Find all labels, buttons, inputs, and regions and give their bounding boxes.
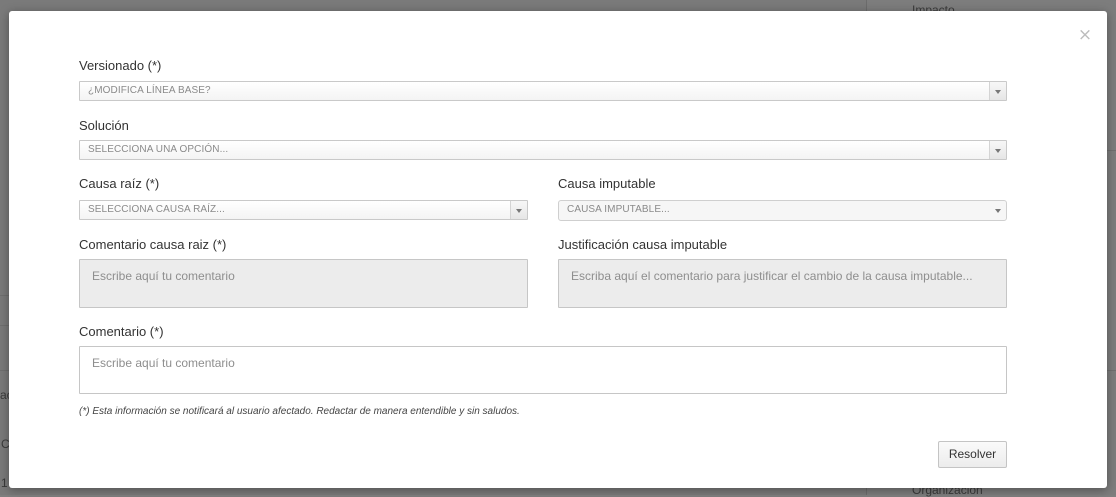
notification-note: (*) Esta información se notificará al us…: [79, 406, 520, 417]
comentario-placeholder: Escribe aquí tu comentario: [92, 356, 235, 370]
chevron-down-icon[interactable]: [989, 82, 1006, 100]
causa-raiz-select[interactable]: SELECCIONA CAUSA RAÍZ...: [79, 200, 528, 220]
causa-imputable-select[interactable]: CAUSA IMPUTABLE...: [558, 200, 1007, 221]
versionado-select[interactable]: ¿MODIFICA LÍNEA BASE?: [79, 81, 1007, 101]
chevron-down-icon[interactable]: [510, 201, 527, 219]
causa-imputable-label: Causa imputable: [558, 176, 656, 191]
causa-raiz-label: Causa raíz (*): [79, 176, 160, 191]
solucion-select[interactable]: SELECCIONA UNA OPCIÓN...: [79, 140, 1007, 160]
solucion-select-value: SELECCIONA UNA OPCIÓN...: [88, 144, 229, 155]
comentario-causa-raiz-textarea[interactable]: Escribe aquí tu comentario: [79, 259, 528, 308]
close-icon[interactable]: ×: [1077, 27, 1093, 44]
comentario-causa-raiz-label: Comentario causa raiz (*): [79, 237, 227, 252]
solucion-label: Solución: [79, 118, 129, 133]
versionado-select-value: ¿MODIFICA LÍNEA BASE?: [88, 85, 211, 96]
justificacion-label: Justificación causa imputable: [558, 237, 728, 252]
chevron-down-icon[interactable]: [989, 141, 1006, 159]
causa-raiz-select-value: SELECCIONA CAUSA RAÍZ...: [88, 204, 225, 215]
resolve-button[interactable]: Resolver: [938, 441, 1007, 468]
comentario-textarea[interactable]: Escribe aquí tu comentario: [79, 346, 1007, 394]
justificacion-textarea[interactable]: Escriba aquí el comentario para justific…: [558, 259, 1007, 308]
background-left-text: 1: [1, 476, 8, 490]
causa-imputable-select-value: CAUSA IMPUTABLE...: [567, 204, 670, 215]
comentario-label: Comentario (*): [79, 324, 164, 339]
resolve-modal: × Versionado (*) ¿MODIFICA LÍNEA BASE? S…: [9, 11, 1107, 488]
justificacion-placeholder: Escriba aquí el comentario para justific…: [571, 269, 973, 283]
versionado-label: Versionado (*): [79, 58, 162, 73]
comentario-causa-raiz-placeholder: Escribe aquí tu comentario: [92, 269, 235, 283]
chevron-down-icon[interactable]: [990, 201, 1006, 220]
